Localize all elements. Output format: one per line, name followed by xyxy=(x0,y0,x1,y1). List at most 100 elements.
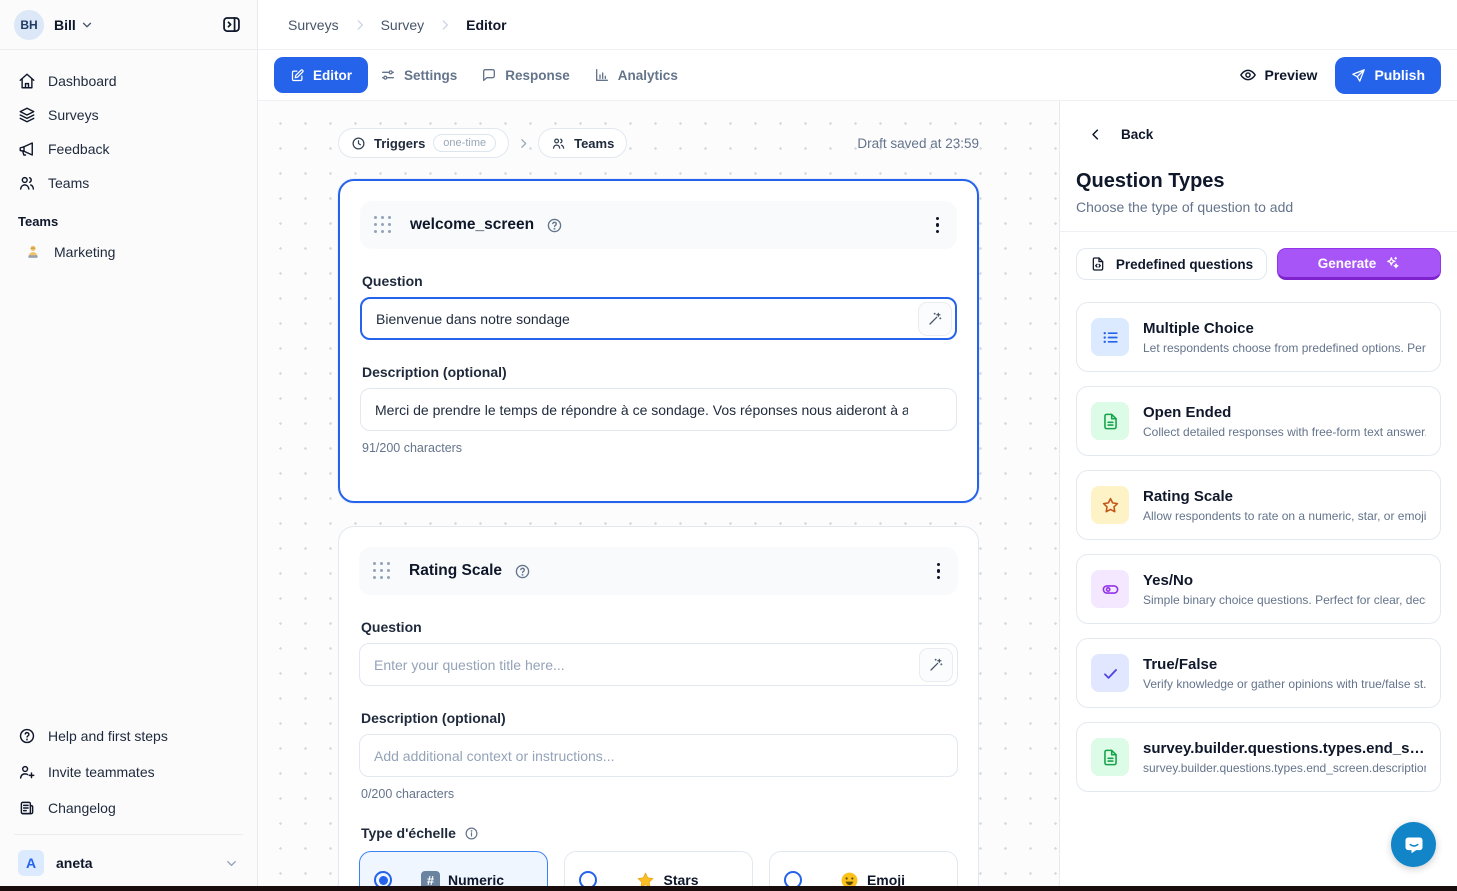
help-circle-icon[interactable] xyxy=(546,217,563,234)
list-icon xyxy=(1091,318,1129,356)
invite-teammates[interactable]: Invite teammates xyxy=(10,754,247,790)
help-circle-icon[interactable] xyxy=(514,563,531,580)
sidebar-item-feedback[interactable]: Feedback xyxy=(10,132,247,166)
check-icon xyxy=(1091,654,1129,692)
window-bottom-edge xyxy=(0,886,1457,891)
question-title-input[interactable] xyxy=(360,297,957,340)
question-card-welcome-screen[interactable]: welcome_screen Question xyxy=(338,179,979,503)
teams-chip[interactable]: Teams xyxy=(538,128,627,158)
question-type-multiple-choice[interactable]: Multiple Choice Let respondents choose f… xyxy=(1076,302,1441,372)
tab-response[interactable]: Response xyxy=(469,57,582,93)
magic-wand-icon xyxy=(927,311,943,327)
sidebar-footer: Help and first steps Invite teammates Ch… xyxy=(0,712,257,891)
chevron-right-icon xyxy=(438,18,452,32)
breadcrumb-survey[interactable]: Survey xyxy=(381,17,425,33)
predefined-questions-button[interactable]: Predefined questions xyxy=(1076,248,1267,280)
sidebar-item-surveys[interactable]: Surveys xyxy=(10,98,247,132)
generate-button[interactable]: Generate xyxy=(1277,248,1441,280)
scale-option-emoji[interactable]: Emoji xyxy=(769,851,958,891)
chevron-left-icon xyxy=(1088,127,1103,142)
sidebar-item-label: Feedback xyxy=(48,141,109,157)
character-count: 0/200 characters xyxy=(361,787,958,801)
scale-option-numeric[interactable]: # Numeric xyxy=(359,851,548,891)
character-count: 91/200 characters xyxy=(362,441,957,455)
message-icon xyxy=(481,67,497,83)
drag-handle-icon[interactable] xyxy=(373,562,391,580)
help-and-first-steps[interactable]: Help and first steps xyxy=(10,718,247,754)
type-description: Allow respondents to rate on a numeric, … xyxy=(1143,509,1426,523)
question-type-yes-no[interactable]: Yes/No Simple binary choice questions. P… xyxy=(1076,554,1441,624)
panel-title: Question Types xyxy=(1076,170,1441,193)
tab-label: Settings xyxy=(404,68,457,83)
question-description-input[interactable] xyxy=(360,388,957,431)
tab-editor[interactable]: Editor xyxy=(274,57,368,93)
sliders-icon xyxy=(380,67,396,83)
help-circle-icon xyxy=(18,727,36,745)
sidebar-item-teams[interactable]: Teams xyxy=(10,166,247,200)
footer-item-label: Help and first steps xyxy=(48,728,168,744)
file-text-icon xyxy=(1091,402,1129,440)
back-button[interactable]: Back xyxy=(1088,127,1441,142)
file-text-icon xyxy=(1091,738,1129,776)
kebab-menu-icon[interactable] xyxy=(932,213,944,238)
users-icon xyxy=(18,174,36,192)
publish-button[interactable]: Publish xyxy=(1335,57,1441,94)
toggle-icon xyxy=(1091,570,1129,608)
description-label: Description (optional) xyxy=(362,364,957,380)
pencil-square-icon xyxy=(290,68,305,83)
collapse-sidebar-button[interactable] xyxy=(217,11,245,39)
panel-collapse-icon xyxy=(221,14,242,35)
question-type-end-screen[interactable]: survey.builder.questions.types.end_scr..… xyxy=(1076,722,1441,792)
magic-wand-button[interactable] xyxy=(918,302,952,336)
preview-button[interactable]: Preview xyxy=(1239,66,1318,84)
magic-wand-button[interactable] xyxy=(919,648,953,682)
question-label: Question xyxy=(361,619,958,635)
tab-analytics[interactable]: Analytics xyxy=(582,57,690,93)
question-type-rating-scale[interactable]: Rating Scale Allow respondents to rate o… xyxy=(1076,470,1441,540)
users-icon xyxy=(551,136,566,151)
chat-bubble-icon xyxy=(1402,833,1426,857)
question-type-open-ended[interactable]: Open Ended Collect detailed responses wi… xyxy=(1076,386,1441,456)
info-icon[interactable] xyxy=(464,826,479,841)
star-icon xyxy=(1091,486,1129,524)
type-name: Yes/No xyxy=(1143,572,1426,589)
chevron-down-icon[interactable] xyxy=(80,18,94,32)
organization-switcher[interactable]: A aneta xyxy=(10,843,247,883)
user-name[interactable]: Bill xyxy=(54,17,76,33)
question-card-title: welcome_screen xyxy=(410,216,534,234)
sidebar-item-dashboard[interactable]: Dashboard xyxy=(10,64,247,98)
divider xyxy=(1060,231,1457,232)
tab-settings[interactable]: Settings xyxy=(368,57,469,93)
sidebar-item-marketing-team[interactable]: Marketing xyxy=(10,235,247,269)
layers-icon xyxy=(18,106,36,124)
type-name: survey.builder.questions.types.end_scr..… xyxy=(1143,740,1426,757)
kebab-menu-icon[interactable] xyxy=(933,559,945,584)
teams-chip-label: Teams xyxy=(574,136,614,151)
survey-meta-row: Triggers one-time Teams Draft saved at 2… xyxy=(338,128,979,158)
bar-chart-icon xyxy=(594,67,610,83)
chat-launcher-button[interactable] xyxy=(1391,822,1436,867)
user-plus-icon xyxy=(18,763,36,781)
drag-handle-icon[interactable] xyxy=(374,216,392,234)
question-card-rating-scale[interactable]: Rating Scale Question xyxy=(338,526,979,891)
magic-wand-icon xyxy=(928,657,944,673)
question-types-panel: Back Question Types Choose the type of q… xyxy=(1059,101,1457,891)
technologist-emoji-icon xyxy=(24,243,42,261)
survey-canvas: Triggers one-time Teams Draft saved at 2… xyxy=(258,101,1059,891)
organization-name: aneta xyxy=(56,855,93,871)
type-name: Rating Scale xyxy=(1143,488,1426,505)
breadcrumb: Surveys Survey Editor xyxy=(258,0,1457,50)
description-label: Description (optional) xyxy=(361,710,958,726)
changelog[interactable]: Changelog xyxy=(10,790,247,826)
avatar[interactable]: BH xyxy=(14,10,44,40)
question-type-true-false[interactable]: True/False Verify knowledge or gather op… xyxy=(1076,638,1441,708)
scale-type-label-text: Type d'échelle xyxy=(361,825,456,841)
main-area: Surveys Survey Editor Editor Setting xyxy=(258,0,1457,891)
question-title-input[interactable] xyxy=(359,643,958,686)
trigger-type-badge: one-time xyxy=(433,134,496,152)
question-type-list: Multiple Choice Let respondents choose f… xyxy=(1076,302,1441,792)
triggers-chip[interactable]: Triggers one-time xyxy=(338,128,509,158)
question-description-input[interactable] xyxy=(359,734,958,777)
breadcrumb-surveys[interactable]: Surveys xyxy=(288,17,339,33)
scale-option-stars[interactable]: Stars xyxy=(564,851,753,891)
